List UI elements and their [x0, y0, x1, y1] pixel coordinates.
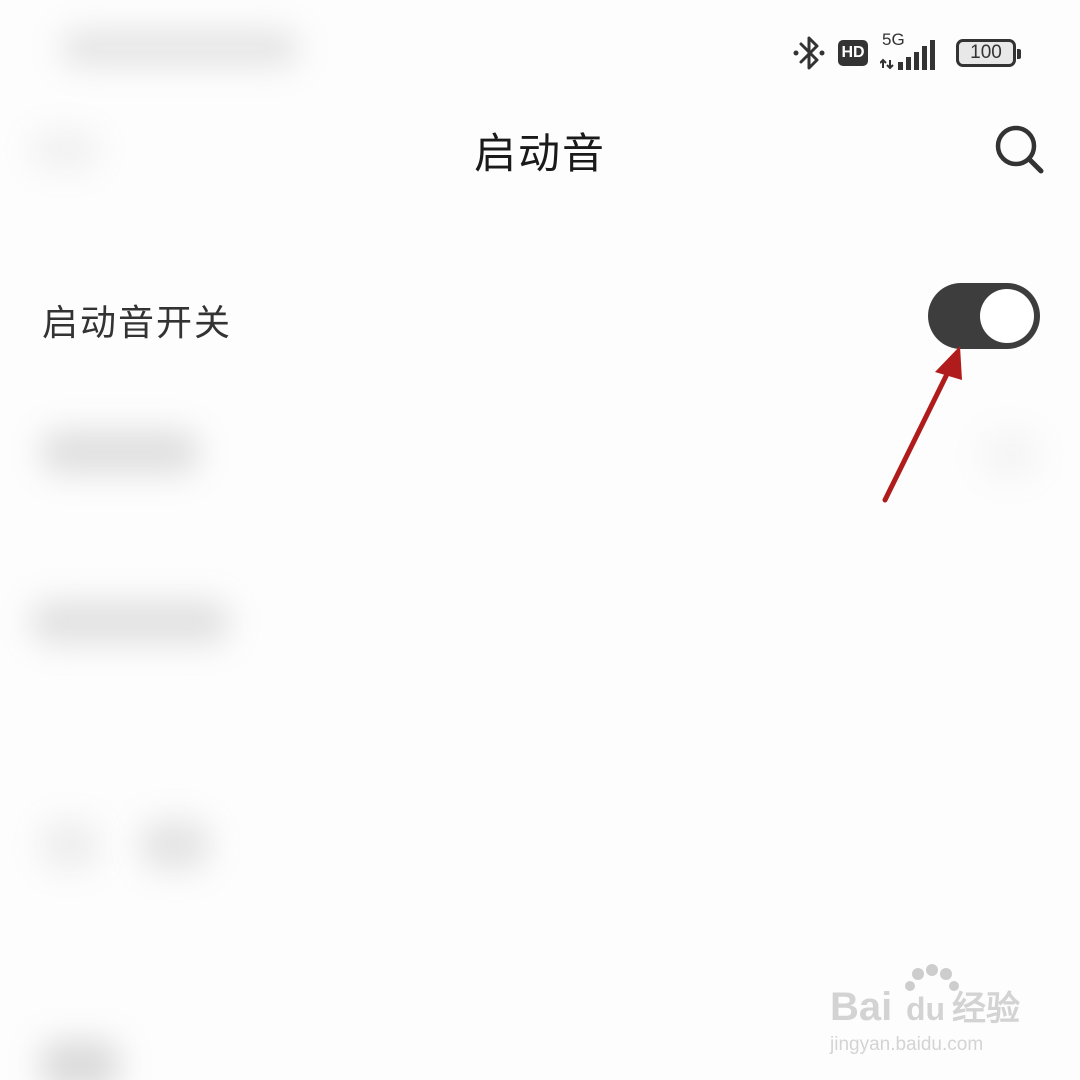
watermark-brand-du: du — [906, 991, 945, 1027]
boot-sound-switch-label: 启动音开关 — [42, 303, 233, 344]
watermark-brand-cn: 经验 — [952, 989, 1020, 1029]
watermark-url: jingyan.baidu.com — [829, 1034, 983, 1055]
blurred-row-3b — [140, 820, 210, 870]
status-bar: HD 5G 100 — [792, 30, 1021, 76]
blurred-row-1 — [40, 430, 200, 474]
blurred-row-4 — [40, 1040, 120, 1080]
battery-icon: 100 — [956, 39, 1021, 67]
blurred-row-2 — [30, 600, 230, 644]
blurred-row-3 — [40, 820, 100, 870]
bluetooth-icon — [792, 33, 826, 73]
hd-icon: HD — [838, 40, 868, 66]
battery-level: 100 — [970, 42, 1002, 63]
baidu-jingyan-watermark: Bai du 经验 jingyan.baidu.com — [826, 962, 1026, 1062]
blurred-right-1 — [980, 430, 1040, 480]
blurred-status-left — [60, 30, 300, 66]
toggle-knob — [980, 289, 1034, 343]
boot-sound-settings-screen: HD 5G 100 启动音 启动音开关 Bai du 经验 jingyan.ba… — [0, 0, 1080, 1080]
search-button[interactable] — [990, 120, 1050, 180]
boot-sound-switch-row[interactable]: 启动音开关 — [0, 280, 1080, 360]
search-icon — [995, 125, 1044, 174]
page-title: 启动音 — [473, 129, 606, 178]
signal-icon: 5G — [880, 30, 944, 74]
boot-sound-toggle[interactable] — [928, 283, 1040, 349]
watermark-brand: Bai — [830, 985, 892, 1029]
